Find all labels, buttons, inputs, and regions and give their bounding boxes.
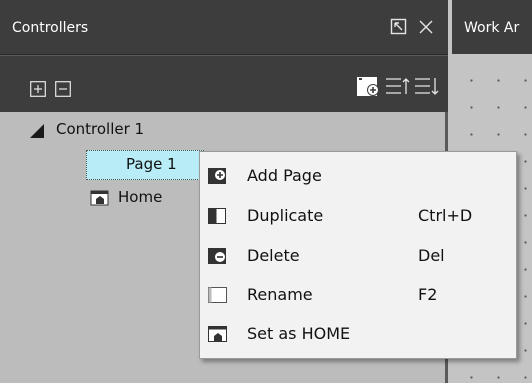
menu-item-label: Rename [247,285,313,304]
sort-descending-icon[interactable] [414,76,440,102]
expand-triangle-icon[interactable] [30,124,44,138]
work-area-header: Work Ar [452,0,532,54]
collapse-all-icon[interactable] [55,81,71,97]
menu-item-label: Delete [247,246,300,265]
menu-item-shortcut: Ctrl+D [418,206,473,225]
close-icon[interactable] [417,18,435,36]
tree-item-home[interactable]: Home [118,188,162,206]
menu-item-add-page[interactable]: Add Page [200,157,516,195]
set-home-icon [208,325,228,343]
work-area-title: Work Ar [464,20,520,36]
add-page-icon [208,167,228,185]
menu-item-rename[interactable]: Rename F2 [200,276,516,314]
menu-item-shortcut: Del [418,246,445,265]
add-page-icon[interactable] [356,76,382,102]
delete-icon [208,247,228,265]
tree-item-controller[interactable]: Controller 1 [56,120,144,138]
menu-item-label: Add Page [247,166,322,185]
context-menu: Add Page Duplicate Ctrl+D Delete Del Ren… [199,151,517,359]
rename-icon [208,286,228,304]
menu-item-duplicate[interactable]: Duplicate Ctrl+D [200,197,516,235]
menu-item-set-as-home[interactable]: Set as HOME [200,315,516,353]
tree-toolbar [0,55,448,112]
menu-item-delete[interactable]: Delete Del [200,237,516,275]
menu-item-label: Duplicate [247,206,324,225]
home-page-icon [90,190,110,210]
sort-ascending-icon[interactable] [385,76,411,102]
menu-item-shortcut: F2 [418,285,438,304]
popout-icon[interactable] [390,18,408,36]
panel-title: Controllers [12,20,89,36]
expand-all-icon[interactable] [30,81,46,97]
menu-item-label: Set as HOME [247,324,351,343]
duplicate-icon [208,207,228,225]
tree-item-page-label[interactable]: Page 1 [126,155,177,173]
panel-header: Controllers [0,0,448,55]
